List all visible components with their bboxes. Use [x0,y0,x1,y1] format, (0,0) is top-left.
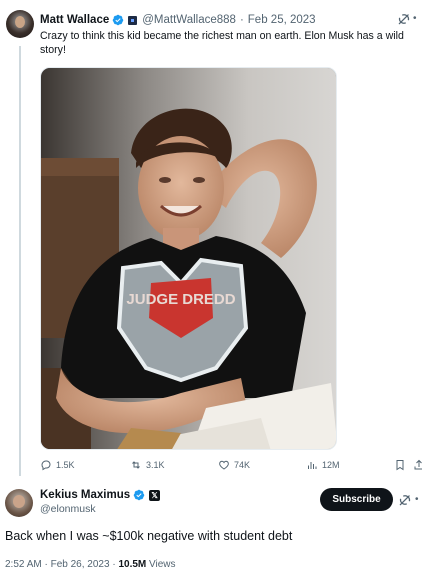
reply-icon [41,460,51,471]
meta-separator: · [112,559,116,570]
bookmark-button[interactable] [394,459,410,471]
views-button[interactable]: 12M [306,459,340,471]
avatar[interactable] [6,10,34,38]
photo-image: JUDGE DREDD [41,68,336,449]
tweet-actions: 1.5K 3.1K 74K 12M [40,459,422,473]
author-handle[interactable]: @elonmusk [40,503,96,515]
verified-badge-icon [112,14,124,26]
more-icon[interactable]: • [415,494,419,505]
more-icon[interactable]: • [413,13,417,24]
verified-badge-icon [133,489,145,501]
author-name[interactable]: Kekius Maximus [40,489,130,501]
affiliate-badge-icon [128,15,138,25]
tweet-photo[interactable]: JUDGE DREDD [40,67,337,450]
grok-icon[interactable] [397,12,411,26]
main-tweet-header: Kekius Maximus 𝕏 [40,489,161,501]
like-icon [219,460,229,470]
avatar[interactable] [5,489,33,517]
tweet-date[interactable]: Feb 25, 2023 [248,14,316,26]
repost-count: 3.1K [146,460,165,470]
bookmark-icon [396,460,404,471]
repost-button[interactable]: 3.1K [130,459,165,471]
author-handle[interactable]: @MattWallace888 [142,14,236,26]
tweet-meta: 2:52 AM · Feb 26, 2023 · 10.5M Views [5,559,176,570]
header-separator: · [239,14,244,26]
tweet-time[interactable]: 2:52 AM [5,559,42,570]
parent-tweet[interactable]: Matt Wallace @MattWallace888 · Feb 25, 2… [0,0,422,480]
like-button[interactable]: 74K [218,459,250,471]
like-count: 74K [234,460,251,470]
shirt-graphic-text: JUDGE DREDD [126,291,235,308]
views-icon [308,462,317,469]
subscribe-button[interactable]: Subscribe [320,488,393,511]
reply-button[interactable]: 1.5K [40,459,75,471]
reply-count: 1.5K [56,460,75,470]
share-icon [414,459,422,470]
parent-tweet-header: Matt Wallace @MattWallace888 · Feb 25, 2… [40,12,316,28]
repost-icon [132,461,140,469]
views-label: Views [149,559,176,570]
tweet-date[interactable]: Feb 26, 2023 [51,559,110,570]
x-affiliate-icon: 𝕏 [149,489,161,501]
views-count: 10.5M [118,559,147,570]
grok-icon[interactable] [398,493,412,507]
share-button[interactable] [413,459,422,471]
tweet-text: Crazy to think this kid became the riche… [40,30,404,56]
views-count: 12M [322,460,340,470]
author-name[interactable]: Matt Wallace [40,14,109,26]
meta-separator: · [44,559,48,570]
tweet-text: Back when I was ~$100k negative with stu… [5,529,293,543]
